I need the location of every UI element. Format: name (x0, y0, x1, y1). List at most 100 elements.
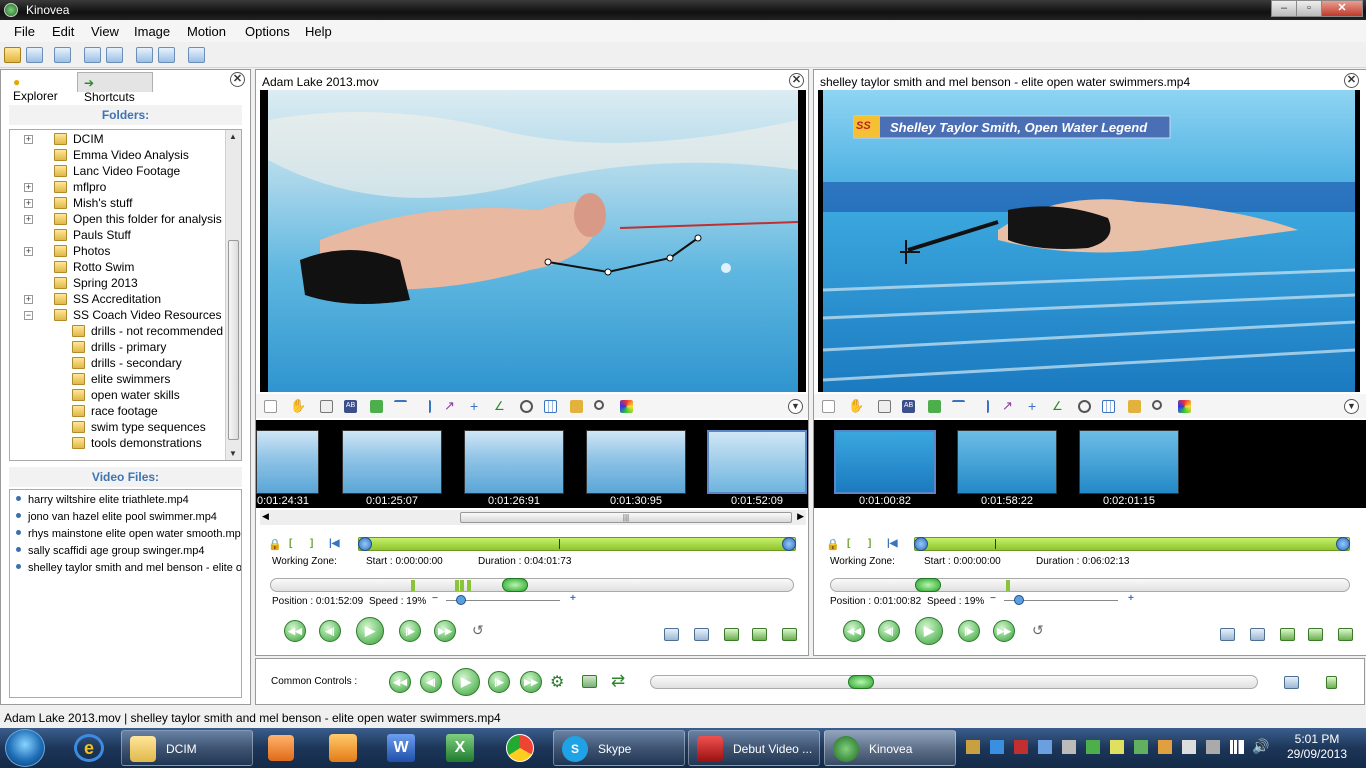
keyframe-thumb[interactable] (586, 430, 686, 494)
menu-help[interactable]: Help (305, 24, 332, 39)
subfolder-item[interactable]: swim type sequences (72, 420, 206, 436)
magnifier-icon[interactable] (1152, 400, 1162, 410)
label-icon[interactable]: AB (902, 400, 915, 413)
keyframe-thumb[interactable] (1079, 430, 1179, 494)
media-player-icon[interactable] (268, 735, 294, 761)
close-window-button[interactable]: ✕ (1321, 0, 1363, 17)
close-player-left-icon[interactable]: ✕ (789, 73, 804, 88)
keyframe-thumb-selected[interactable] (707, 430, 807, 494)
angle-icon[interactable]: ∠ (494, 400, 507, 413)
expand-toggle-icon[interactable]: + (24, 215, 33, 224)
line-icon[interactable] (976, 400, 989, 413)
scroll-down-icon[interactable]: ▼ (229, 449, 237, 458)
folder-item[interactable]: + SS Accreditation (24, 292, 161, 308)
speed-thumb[interactable] (1014, 595, 1024, 605)
first-frame-button[interactable]: ◀◀ (284, 620, 306, 642)
export-video-icon[interactable] (1308, 628, 1323, 641)
tray-icon[interactable] (966, 740, 980, 754)
color-profile-icon[interactable] (1178, 400, 1191, 413)
zone-start-icon[interactable]: [ (847, 538, 850, 549)
multi-snapshot-icon[interactable] (694, 628, 709, 641)
chrono-icon[interactable] (520, 400, 533, 413)
position-thumb[interactable] (915, 578, 941, 592)
snapshot-icon[interactable] (664, 628, 679, 641)
common-play-button[interactable]: ▶ (452, 668, 480, 696)
single-player-icon[interactable] (84, 47, 101, 63)
close-player-right-icon[interactable]: ✕ (1344, 73, 1359, 88)
sync-icon[interactable]: ⚙ (550, 672, 564, 692)
keyframe-scroll-thumb[interactable]: ||| (460, 512, 792, 523)
common-snapshot-icon[interactable] (1284, 676, 1299, 689)
subfolder-item[interactable]: drills - secondary (72, 356, 182, 372)
folder-item[interactable]: + Open this folder for analysis info (24, 212, 241, 228)
next-frame-button[interactable]: |▶ (399, 620, 421, 642)
taskbar-item-dcim[interactable]: DCIM (121, 730, 253, 766)
loop-icon[interactable]: ↺ (472, 622, 484, 639)
taskbar-item-debut[interactable]: Debut Video ... (688, 730, 820, 766)
zone-end-handle[interactable] (782, 537, 796, 551)
next-frame-button[interactable]: |▶ (958, 620, 980, 642)
tray-icon[interactable] (1158, 740, 1172, 754)
speed-down-icon[interactable]: − (432, 593, 438, 604)
magnifier-icon[interactable] (594, 400, 604, 410)
angle-icon[interactable]: ∠ (1052, 400, 1065, 413)
menu-options[interactable]: Options (245, 24, 290, 39)
expand-toggle-icon[interactable]: + (24, 183, 33, 192)
video-frame-left[interactable] (260, 90, 806, 392)
subfolder-item[interactable]: drills - not recommended (72, 324, 223, 340)
merge-icon[interactable] (582, 675, 597, 688)
loop-icon[interactable]: ↺ (1032, 622, 1044, 639)
dropbox-icon[interactable] (990, 740, 1004, 754)
folder-tree-scrollbar[interactable]: ▲ ▼ (225, 130, 241, 460)
add-keyframe-icon[interactable] (264, 400, 277, 413)
previous-frame-button[interactable]: ◀| (878, 620, 900, 642)
speed-thumb[interactable] (456, 595, 466, 605)
highlighter-icon[interactable] (1128, 400, 1141, 413)
file-item[interactable]: harry wiltshire elite triathlete.mp4 (16, 494, 189, 506)
subfolder-item[interactable]: drills - primary (72, 340, 166, 356)
subfolder-item[interactable]: elite swimmers (72, 372, 170, 388)
speed-down-icon[interactable]: − (990, 593, 996, 604)
menu-edit[interactable]: Edit (52, 24, 74, 39)
arrow-icon[interactable]: ↗ (1002, 399, 1015, 413)
keyframe-thumb[interactable] (342, 430, 442, 494)
zone-reset-icon[interactable]: |◀ (329, 538, 340, 549)
multi-snapshot-icon[interactable] (1250, 628, 1265, 641)
folder-item[interactable]: + DCIM (24, 132, 104, 148)
tray-icon[interactable] (1110, 740, 1124, 754)
keyframe-thumb[interactable] (464, 430, 564, 494)
keyframe-scrollbar[interactable]: ◀ ||| ▶ (260, 510, 806, 525)
export-analysis-icon[interactable] (782, 628, 797, 641)
menu-motion[interactable]: Motion (187, 24, 226, 39)
start-button[interactable] (5, 729, 45, 767)
last-frame-button[interactable]: ▶▶ (434, 620, 456, 642)
zone-end-icon[interactable]: ] (310, 538, 313, 549)
save-icon[interactable] (26, 47, 43, 63)
position-slider[interactable] (270, 578, 794, 592)
open-folder-icon[interactable] (4, 47, 21, 63)
zone-reset-icon[interactable]: |◀ (887, 538, 898, 549)
record-video-icon[interactable] (724, 628, 739, 641)
label-icon[interactable]: AB (344, 400, 357, 413)
export-video-icon[interactable] (752, 628, 767, 641)
maximize-button[interactable]: ▫ (1296, 0, 1322, 17)
common-record-icon[interactable] (1326, 676, 1337, 689)
keyframe-thumb-selected[interactable] (834, 430, 936, 494)
menu-file[interactable]: File (14, 24, 35, 39)
position-slider[interactable] (830, 578, 1350, 592)
lock-icon[interactable]: 🔒 (268, 538, 282, 551)
lock-icon[interactable]: 🔒 (826, 538, 840, 551)
expand-tools-icon[interactable]: ▼ (1344, 399, 1359, 414)
first-frame-button[interactable]: ◀◀ (843, 620, 865, 642)
common-next-frame-button[interactable]: |▶ (488, 671, 510, 693)
expand-toggle-icon[interactable]: − (24, 311, 33, 320)
swap-icon[interactable]: ⇄ (611, 671, 625, 691)
curve-icon[interactable] (394, 400, 407, 413)
video-frame-right[interactable]: SS Shelley Taylor Smith, Open Water Lege… (818, 90, 1360, 392)
common-position-slider[interactable] (650, 675, 1258, 689)
zone-start-icon[interactable]: [ (289, 538, 292, 549)
pencil-icon[interactable] (928, 400, 941, 413)
minimize-button[interactable]: – (1271, 0, 1297, 17)
grid-view-icon[interactable] (54, 47, 71, 63)
zone-start-handle[interactable] (914, 537, 928, 551)
